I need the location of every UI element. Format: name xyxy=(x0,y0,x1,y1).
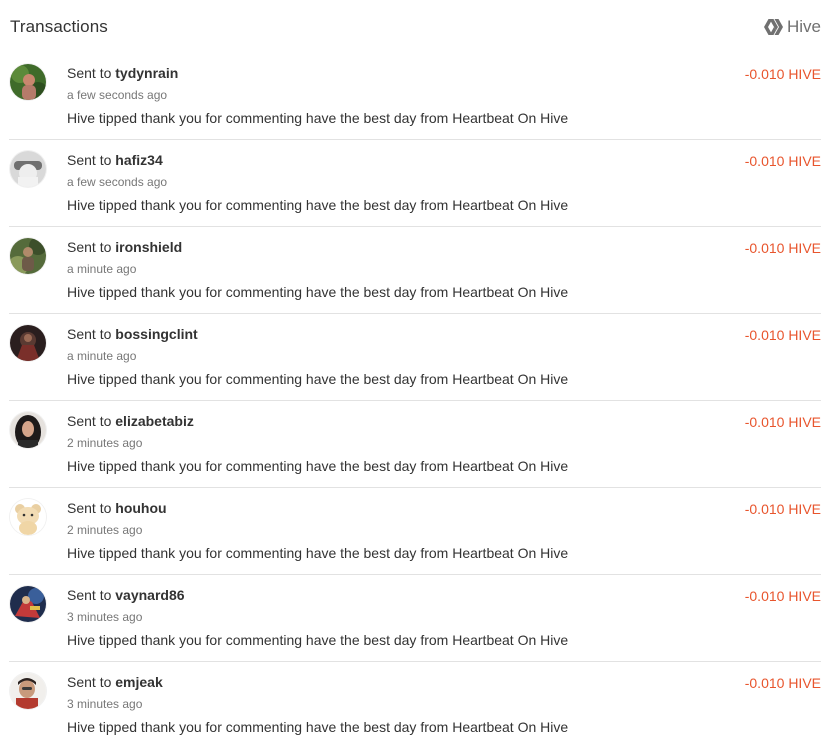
transaction-memo: Hive tipped thank you for commenting hav… xyxy=(67,458,569,474)
transactions-panel: Transactions Hive Sent to tydynrain a fe… xyxy=(0,0,833,736)
transaction-amount: -0.010 HIVE xyxy=(744,66,821,82)
hive-brand[interactable]: Hive xyxy=(763,17,821,37)
transaction-row: Sent to tydynrain a few seconds ago Hive… xyxy=(9,53,821,140)
transaction-title: Sent to hafiz34 xyxy=(67,152,163,168)
recipient-username[interactable]: emjeak xyxy=(115,674,162,690)
transaction-amount: -0.010 HIVE xyxy=(744,240,821,256)
transaction-title: Sent to elizabetabiz xyxy=(67,413,194,429)
transaction-amount: -0.010 HIVE xyxy=(744,501,821,517)
avatar[interactable] xyxy=(10,151,46,187)
avatar[interactable] xyxy=(10,412,46,448)
transaction-row: Sent to bossingclint a minute ago Hive t… xyxy=(9,314,821,401)
transaction-amount: -0.010 HIVE xyxy=(744,675,821,691)
recipient-username[interactable]: elizabetabiz xyxy=(115,413,194,429)
brand-label: Hive xyxy=(786,17,821,36)
transactions-header: Transactions Hive xyxy=(10,14,821,40)
transaction-row: Sent to emjeak 3 minutes ago Hive tipped… xyxy=(9,662,821,748)
avatar[interactable] xyxy=(10,325,46,361)
transaction-time: a few seconds ago xyxy=(67,175,168,189)
transaction-memo: Hive tipped thank you for commenting hav… xyxy=(67,371,569,387)
transaction-title: Sent to vaynard86 xyxy=(67,587,185,603)
transaction-row: Sent to hafiz34 a few seconds ago Hive t… xyxy=(9,140,821,227)
transaction-title: Sent to houhou xyxy=(67,500,167,516)
recipient-username[interactable]: hafiz34 xyxy=(115,152,162,168)
sent-to-label: Sent to xyxy=(67,152,112,168)
transaction-time: 2 minutes ago xyxy=(67,436,143,450)
transaction-row: Sent to ironshield a minute ago Hive tip… xyxy=(9,227,821,314)
transaction-time: a minute ago xyxy=(67,349,137,363)
transaction-list: Sent to tydynrain a few seconds ago Hive… xyxy=(9,53,821,748)
transaction-memo: Hive tipped thank you for commenting hav… xyxy=(67,197,569,213)
transaction-title: Sent to ironshield xyxy=(67,239,182,255)
sent-to-label: Sent to xyxy=(67,65,112,81)
sent-to-label: Sent to xyxy=(67,326,112,342)
sent-to-label: Sent to xyxy=(67,239,112,255)
recipient-username[interactable]: ironshield xyxy=(115,239,182,255)
transaction-time: 3 minutes ago xyxy=(67,610,143,624)
sent-to-label: Sent to xyxy=(67,500,112,516)
transaction-amount: -0.010 HIVE xyxy=(744,153,821,169)
transaction-memo: Hive tipped thank you for commenting hav… xyxy=(67,632,569,648)
transaction-memo: Hive tipped thank you for commenting hav… xyxy=(67,284,569,300)
avatar[interactable] xyxy=(10,586,46,622)
avatar[interactable] xyxy=(10,499,46,535)
transaction-memo: Hive tipped thank you for commenting hav… xyxy=(67,545,569,561)
transaction-time: 2 minutes ago xyxy=(67,523,143,537)
recipient-username[interactable]: bossingclint xyxy=(115,326,197,342)
sent-to-label: Sent to xyxy=(67,674,112,690)
transaction-time: 3 minutes ago xyxy=(67,697,143,711)
transaction-time: a few seconds ago xyxy=(67,88,168,102)
avatar[interactable] xyxy=(10,64,46,100)
recipient-username[interactable]: tydynrain xyxy=(115,65,178,81)
transaction-row: Sent to elizabetabiz 2 minutes ago Hive … xyxy=(9,401,821,488)
page-title: Transactions xyxy=(10,17,108,36)
transaction-memo: Hive tipped thank you for commenting hav… xyxy=(67,719,569,735)
transaction-row: Sent to vaynard86 3 minutes ago Hive tip… xyxy=(9,575,821,662)
transaction-amount: -0.010 HIVE xyxy=(744,588,821,604)
transaction-title: Sent to emjeak xyxy=(67,674,163,690)
sent-to-label: Sent to xyxy=(67,587,112,603)
transaction-title: Sent to bossingclint xyxy=(67,326,198,342)
hive-logo-icon xyxy=(763,19,783,35)
recipient-username[interactable]: houhou xyxy=(115,500,166,516)
transaction-title: Sent to tydynrain xyxy=(67,65,178,81)
transaction-row: Sent to houhou 2 minutes ago Hive tipped… xyxy=(9,488,821,575)
transaction-amount: -0.010 HIVE xyxy=(744,327,821,343)
transaction-amount: -0.010 HIVE xyxy=(744,414,821,430)
avatar[interactable] xyxy=(10,673,46,709)
sent-to-label: Sent to xyxy=(67,413,112,429)
recipient-username[interactable]: vaynard86 xyxy=(115,587,184,603)
transaction-memo: Hive tipped thank you for commenting hav… xyxy=(67,110,569,126)
transaction-time: a minute ago xyxy=(67,262,137,276)
avatar[interactable] xyxy=(10,238,46,274)
